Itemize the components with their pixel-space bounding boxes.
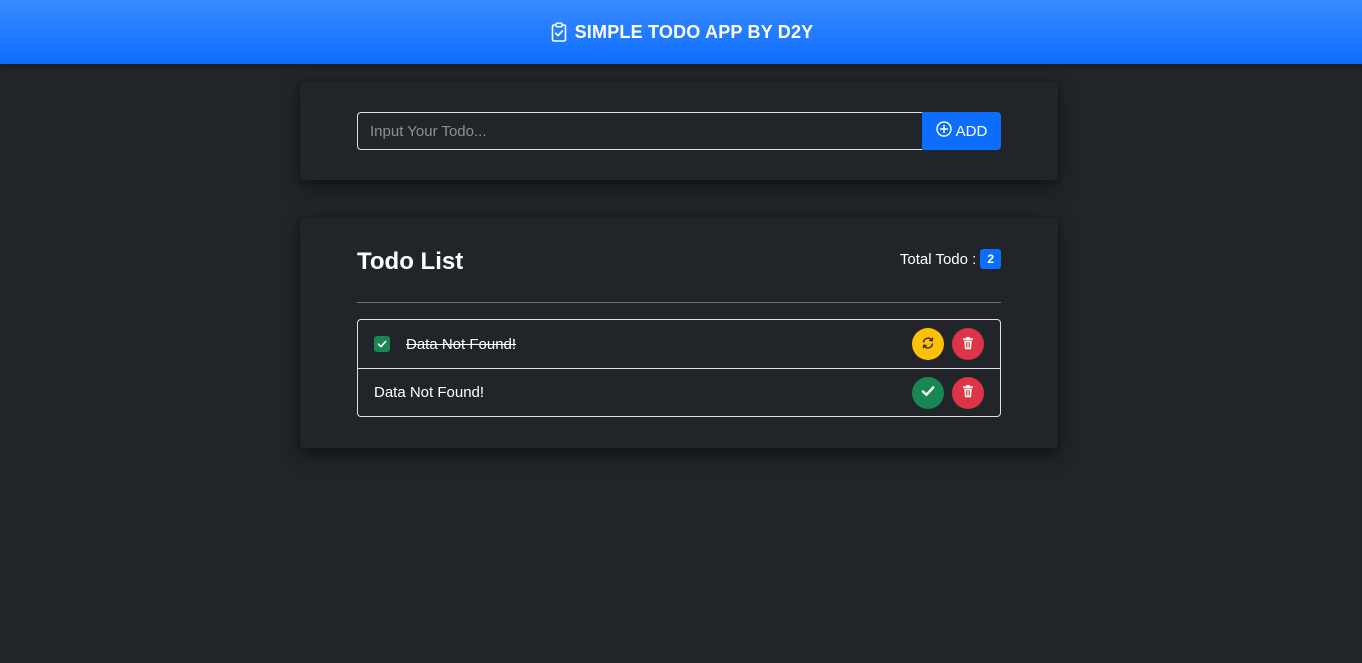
undo-button[interactable] bbox=[912, 328, 944, 360]
todo-list-card: Todo List Total Todo : 2 Data Not Found! bbox=[300, 218, 1058, 448]
app-title: SIMPLE TODO APP BY D2Y bbox=[574, 21, 814, 42]
complete-button[interactable] bbox=[912, 376, 944, 409]
todo-actions bbox=[912, 376, 984, 409]
divider bbox=[357, 302, 1001, 303]
todo-list: Data Not Found! Data Not Found! bbox=[357, 319, 1001, 417]
todo-input-group: ADD bbox=[357, 112, 1001, 150]
completed-checkbox[interactable] bbox=[374, 336, 390, 352]
todo-text: Data Not Found! bbox=[374, 384, 485, 401]
delete-button[interactable] bbox=[952, 376, 984, 409]
list-header: Todo List Total Todo : 2 bbox=[357, 246, 1001, 278]
list-title: Todo List bbox=[357, 248, 464, 275]
total-label: Total Todo : bbox=[899, 250, 977, 268]
todo-item: Data Not Found! bbox=[358, 368, 1000, 416]
navbar: SIMPLE TODO APP BY D2Y bbox=[0, 0, 1362, 64]
add-button-label: ADD bbox=[955, 122, 988, 140]
clipboard-check-icon bbox=[549, 22, 569, 42]
todo-form-card: ADD bbox=[300, 82, 1058, 180]
todo-input[interactable] bbox=[357, 112, 922, 150]
check-icon bbox=[920, 383, 936, 402]
todo-item: Data Not Found! bbox=[358, 320, 1000, 368]
total-todo: Total Todo : 2 bbox=[900, 249, 1001, 269]
total-count-badge: 2 bbox=[980, 249, 1001, 269]
plus-circle-icon bbox=[935, 121, 952, 141]
trash-icon bbox=[961, 336, 975, 353]
add-button[interactable]: ADD bbox=[922, 112, 1001, 150]
todo-text: Data Not Found! bbox=[406, 335, 517, 353]
undo-icon bbox=[921, 336, 935, 353]
brand[interactable]: SIMPLE TODO APP BY D2Y bbox=[549, 22, 814, 43]
trash-icon bbox=[961, 384, 975, 401]
delete-button[interactable] bbox=[952, 328, 984, 360]
todo-actions bbox=[912, 328, 984, 360]
